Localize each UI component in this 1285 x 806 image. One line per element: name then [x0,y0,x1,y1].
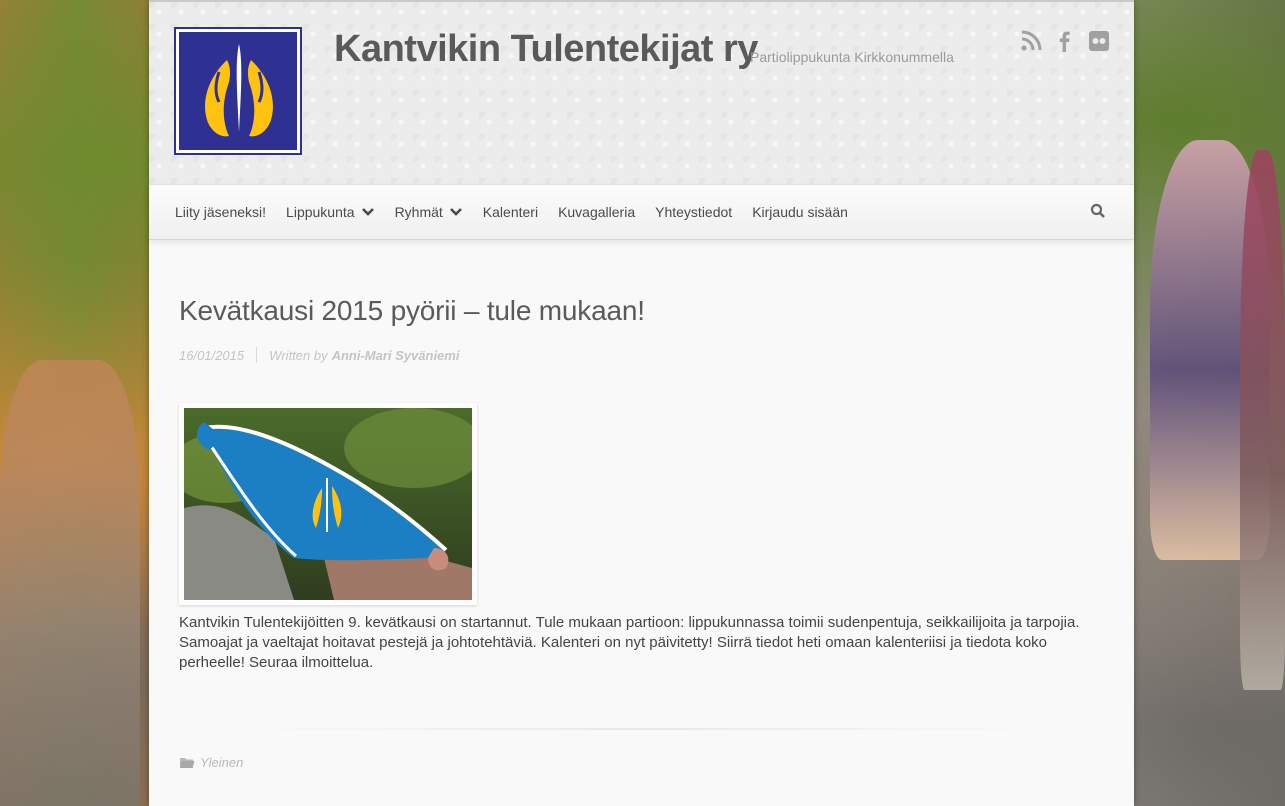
chevron-down-icon [449,208,462,216]
site-tagline: Partiolippukunta Kirkkonummella [750,49,954,65]
category-link[interactable]: Yleinen [200,755,243,770]
nav-item-liity[interactable]: Liity jäseneksi! [175,204,266,220]
nav-item-yhteystiedot[interactable]: Yhteystiedot [655,204,732,220]
nav-item-lippukunta[interactable]: Lippukunta [286,204,375,220]
nav-item-ryhmat[interactable]: Ryhmät [395,204,463,220]
nav-item-label: Liity jäseneksi! [175,204,267,220]
facebook-icon[interactable] [1054,30,1076,52]
site-logo[interactable] [174,27,302,155]
written-by-label: Written by [269,347,328,363]
post-author[interactable]: Anni-Mari Syväniemi [332,348,460,363]
nav-item-label: Lippukunta [286,204,355,220]
nav-item-kirjaudu[interactable]: Kirjaudu sisään [752,204,848,220]
nav-item-label: Yhteystiedot [655,204,733,220]
social-links [1020,30,1110,52]
post-date[interactable]: 16/01/2015 [179,348,244,363]
scarf-photo [169,408,484,600]
chevron-down-icon [361,208,374,216]
site-title[interactable]: Kantvikin Tulentekijat ry [334,28,758,71]
folder-icon [180,758,195,768]
post-featured-image[interactable] [169,403,484,605]
post-meta: 16/01/2015 Written by Anni-Mari Syväniem… [179,347,1104,363]
nav-item-kalenteri[interactable]: Kalenteri [483,204,538,220]
flame-emblem-logo-icon [179,32,297,150]
main-navigation: Liity jäseneksi! Lippukunta Ryhmät Kalen… [149,184,1134,240]
background-photo-rock [0,360,140,806]
post-body-text: Kantvikin Tulentekijöitten 9. kevätkausi… [179,614,1080,671]
flickr-icon[interactable] [1088,30,1110,52]
nav-item-label: Kuvagalleria [558,204,636,220]
search-icon[interactable] [1090,203,1106,219]
post-content: Kevätkausi 2015 pyörii – tule mukaan! 16… [149,240,1134,673]
meta-divider [256,347,258,363]
nav-item-label: Ryhmät [394,204,443,220]
post-title[interactable]: Kevätkausi 2015 pyörii – tule mukaan! [179,295,1104,327]
site-header: Kantvikin Tulentekijat ry Partiolippukun… [149,0,1134,184]
post-divider [209,728,1074,730]
background-photo-figure [1240,150,1285,690]
nav-item-kuvagalleria[interactable]: Kuvagalleria [558,204,635,220]
nav-item-label: Kirjaudu sisään [752,204,848,220]
rss-icon[interactable] [1020,30,1042,52]
post-category: Yleinen [179,755,243,770]
nav-item-label: Kalenteri [482,204,539,220]
page-container: Kantvikin Tulentekijat ry Partiolippukun… [149,0,1134,806]
